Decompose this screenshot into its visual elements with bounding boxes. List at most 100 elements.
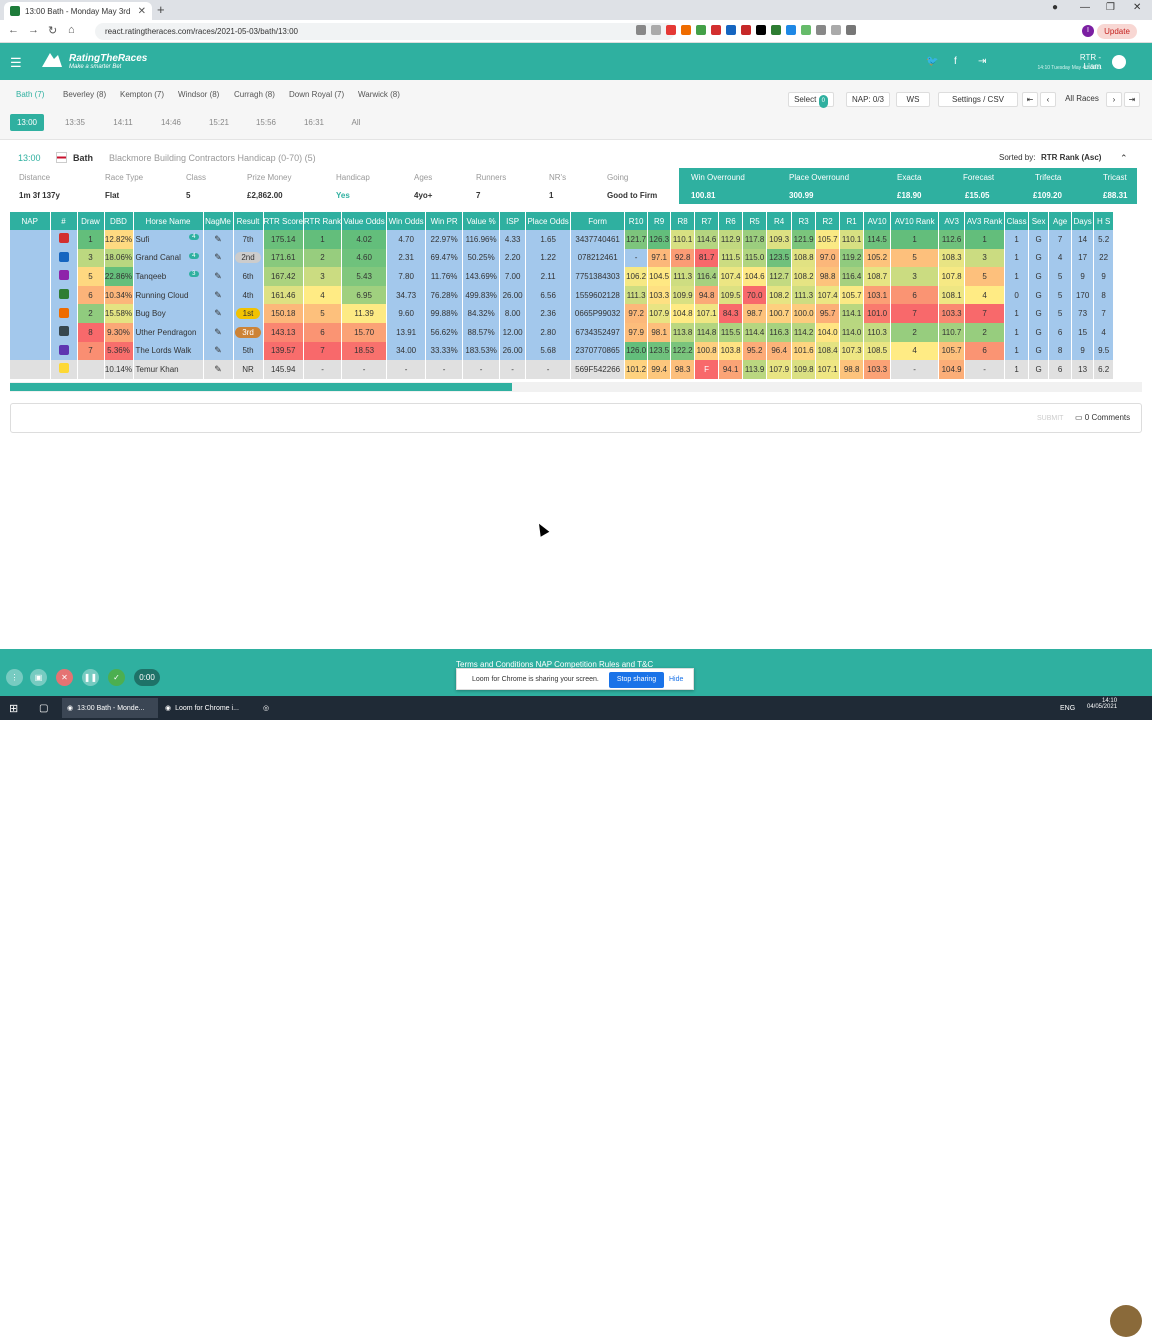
first-race-icon[interactable]: ⇤ <box>1022 92 1038 107</box>
loom-done-icon[interactable]: ✓ <box>108 669 125 686</box>
loom-camera-icon[interactable]: ▣ <box>30 669 47 686</box>
pencil-icon[interactable]: ✎ <box>214 252 222 262</box>
nap-button[interactable]: NAP: 0/3 <box>846 92 890 107</box>
windows-start-icon[interactable]: ⊞ <box>4 698 23 718</box>
horse-name[interactable]: Tanqeeb 3 <box>133 267 204 286</box>
extension-icon[interactable] <box>726 25 736 35</box>
table-row[interactable]: 6 10.34% Running Cloud ✎ 4th 161.46 4 6.95 34.73… <box>10 285 1115 305</box>
column-header[interactable]: DBD <box>104 212 134 230</box>
column-header[interactable]: Place Odds <box>525 212 572 230</box>
settings-csv-button[interactable]: Settings / CSV <box>938 92 1018 107</box>
column-header[interactable]: R7 <box>694 212 720 230</box>
course-tab-beverley[interactable]: Beverley (8) <box>63 90 106 99</box>
minimize-icon[interactable]: — <box>1080 2 1090 13</box>
clock[interactable]: 14:10 04/05/2021 <box>1082 698 1122 718</box>
loom-dots-icon[interactable]: ⋮ <box>6 669 23 686</box>
reload-icon[interactable]: ↻ <box>48 24 57 37</box>
extension-icon[interactable] <box>741 25 751 35</box>
column-header[interactable]: Draw <box>77 212 105 230</box>
sorted-by-value[interactable]: RTR Rank (Asc) <box>1041 153 1101 162</box>
pencil-icon[interactable]: ✎ <box>214 364 222 374</box>
comments-button[interactable]: ▭ 0 Comments <box>1075 413 1130 422</box>
column-header[interactable]: R9 <box>647 212 672 230</box>
url-bar[interactable]: react.ratingtheraces.com/races/2021-05-0… <box>95 23 675 40</box>
prev-race-icon[interactable]: ‹ <box>1040 92 1056 107</box>
language-indicator[interactable]: ENG <box>1055 698 1080 718</box>
column-header[interactable]: # <box>50 212 78 230</box>
time-button-1446[interactable]: 14:46 <box>154 114 188 131</box>
ws-dropdown[interactable]: WS <box>896 92 930 107</box>
loom-cancel-icon[interactable]: ✕ <box>56 669 73 686</box>
update-button[interactable]: Update <box>1097 24 1137 39</box>
extension-icon[interactable] <box>711 25 721 35</box>
horse-name-text[interactable]: Bug Boy <box>136 309 166 318</box>
extension-icon[interactable] <box>756 25 766 35</box>
extension-icon[interactable] <box>786 25 796 35</box>
pencil-icon[interactable]: ✎ <box>214 327 222 337</box>
column-header[interactable]: AV10 Rank <box>890 212 940 230</box>
extension-icon[interactable] <box>816 25 826 35</box>
record-icon[interactable]: ● <box>1052 2 1058 13</box>
column-header[interactable]: R4 <box>766 212 793 230</box>
column-header[interactable]: Result <box>233 212 264 230</box>
back-icon[interactable]: ← <box>8 24 19 36</box>
pencil-icon[interactable]: ✎ <box>214 271 222 281</box>
column-header[interactable]: Sex <box>1028 212 1050 230</box>
column-header[interactable]: H S <box>1093 212 1115 230</box>
select-button[interactable]: Select 0 <box>788 92 834 108</box>
horse-name-text[interactable]: Temur Khan <box>136 365 179 374</box>
collapse-icon[interactable]: ⌃ <box>1120 153 1128 164</box>
horse-name[interactable]: Temur Khan <box>133 360 204 379</box>
time-button-1300[interactable]: 13:00 <box>10 114 44 131</box>
home-icon[interactable]: ⌂ <box>68 24 75 36</box>
menu-icon[interactable]: ☰ <box>10 55 22 71</box>
column-header[interactable]: R8 <box>670 212 696 230</box>
column-header[interactable]: Win PR <box>425 212 464 230</box>
extension-icon[interactable] <box>681 25 691 35</box>
column-header[interactable]: Value Odds <box>341 212 388 230</box>
horse-name[interactable]: Running Cloud <box>133 285 204 305</box>
table-row[interactable]: 10.14% Temur Khan ✎ NR 145.94- - - - - - -569F5422… <box>10 360 1115 379</box>
time-button-1411[interactable]: 14:11 <box>106 114 140 131</box>
next-race-icon[interactable]: › <box>1106 92 1122 107</box>
column-header[interactable]: Days <box>1071 212 1095 230</box>
column-header[interactable]: R10 <box>624 212 649 230</box>
extension-icon[interactable] <box>771 25 781 35</box>
horse-name[interactable]: Bug Boy <box>133 304 204 323</box>
column-header[interactable]: Class <box>1004 212 1030 230</box>
column-header[interactable]: ISP <box>499 212 527 230</box>
bookmark-star-icon[interactable] <box>651 25 661 35</box>
table-row[interactable]: 5 22.86% Tanqeeb 3 ✎ 6th 167.42 3 5.43 7.80 11.76%… <box>10 267 1115 286</box>
table-scrollbar[interactable] <box>10 382 1142 392</box>
scrollbar-thumb[interactable] <box>10 383 512 391</box>
course-tab-warwick[interactable]: Warwick (8) <box>358 90 400 99</box>
column-header[interactable]: AV3 Rank <box>964 212 1006 230</box>
user-icon[interactable] <box>1112 55 1126 69</box>
horse-name[interactable]: Grand Canal 4 <box>133 248 204 268</box>
column-header[interactable]: RTR Rank <box>303 212 343 230</box>
close-tab-icon[interactable]: ✕ <box>138 6 146 17</box>
time-button-1556[interactable]: 15:56 <box>249 114 283 131</box>
edge-icon[interactable]: ◎ <box>258 698 274 718</box>
time-button-1521[interactable]: 15:21 <box>202 114 236 131</box>
column-header[interactable]: R1 <box>839 212 865 230</box>
extension-icon[interactable] <box>666 25 676 35</box>
facebook-icon[interactable]: f <box>954 56 957 67</box>
twitter-icon[interactable]: 🐦 <box>926 56 938 67</box>
all-races-button[interactable]: All Races <box>1062 92 1102 107</box>
column-header[interactable]: R5 <box>742 212 768 230</box>
table-row[interactable]: 2 15.58% Bug Boy ✎ 1st 150.18 5 11.39 9.60 99.88%… <box>10 304 1115 323</box>
table-row[interactable]: 3 18.06% Grand Canal 4 ✎ 2nd 171.61 2 4.60 2.31 69… <box>10 248 1115 268</box>
table-row[interactable]: 8 9.30% Uther Pendragon ✎ 3rd 143.13 6 15.70 13.… <box>10 322 1115 342</box>
horse-name-text[interactable]: Uther Pendragon <box>136 328 197 337</box>
time-button-all[interactable]: All <box>339 114 373 131</box>
logo[interactable]: RatingTheRaces Make a smarter Bet <box>40 49 147 73</box>
horse-name-text[interactable]: Sufi <box>136 235 150 244</box>
logout-icon[interactable]: ⇥ <box>978 56 986 67</box>
column-header[interactable]: R6 <box>718 212 744 230</box>
browser-tab[interactable]: 13:00 Bath - Monday May 3rd 20 ✕ <box>4 2 152 20</box>
column-header[interactable]: NAP <box>10 212 51 230</box>
loom-pause-icon[interactable]: ❚❚ <box>82 669 99 686</box>
stop-sharing-button[interactable]: Stop sharing <box>609 672 664 688</box>
extension-icon[interactable] <box>846 25 856 35</box>
